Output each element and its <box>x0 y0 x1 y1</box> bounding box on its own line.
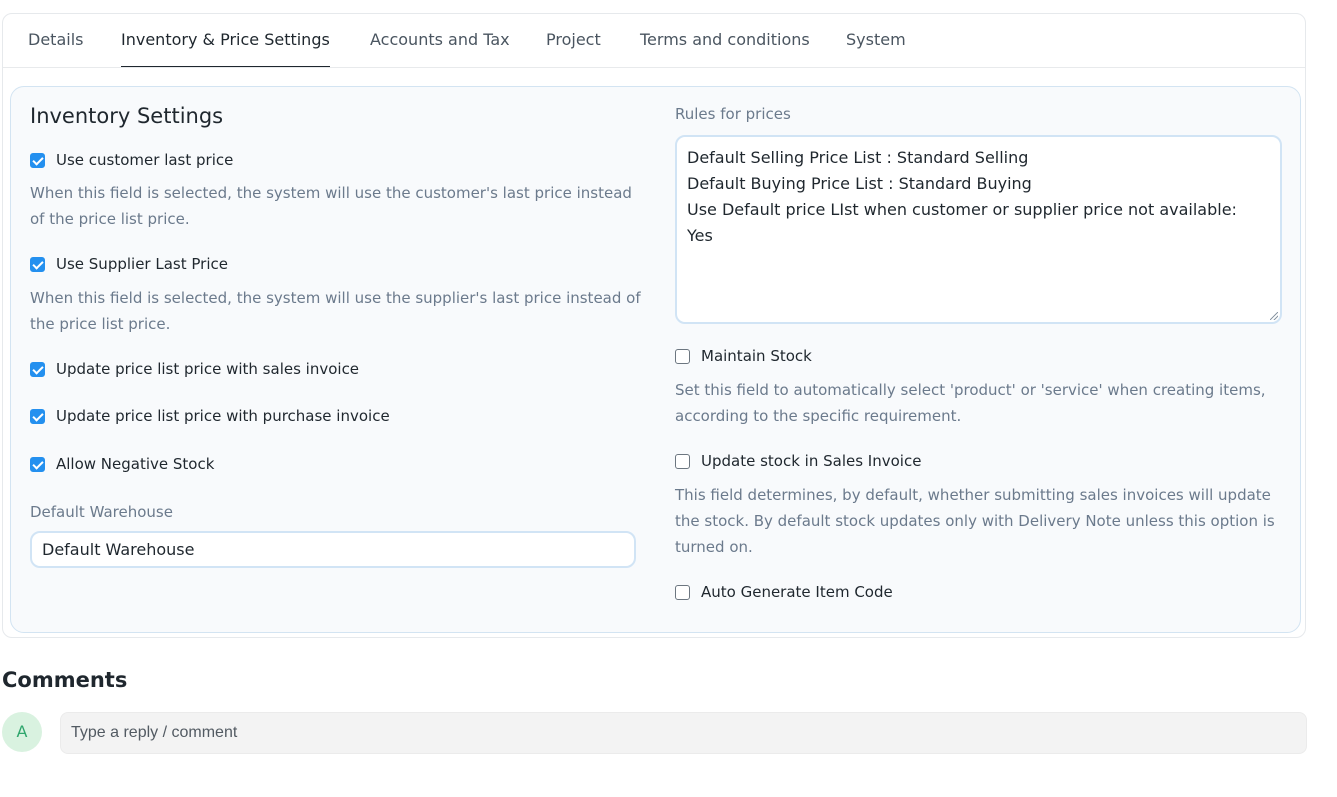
tab-system[interactable]: System <box>846 14 906 67</box>
default-warehouse-input[interactable] <box>30 531 636 568</box>
tab-accounts-and-tax[interactable]: Accounts and Tax <box>370 14 510 67</box>
checkbox-checked-icon[interactable] <box>30 256 45 272</box>
maintain-stock-description: Set this field to automatically select '… <box>675 381 1266 425</box>
allow-negative-stock-checkbox[interactable]: Allow Negative Stock <box>30 455 214 473</box>
checkbox-unchecked-icon[interactable] <box>675 453 690 469</box>
resize-handle-icon[interactable] <box>1270 312 1278 320</box>
use-customer-last-price-checkbox[interactable]: Use customer last price <box>30 151 233 169</box>
tab-inventory-price-settings[interactable]: Inventory & Price Settings <box>121 14 330 67</box>
auto-generate-item-code-checkbox[interactable]: Auto Generate Item Code <box>675 583 893 601</box>
rules-line: Use Default price LIst when customer or … <box>687 200 1237 219</box>
checkbox-label: Auto Generate Item Code <box>701 583 893 601</box>
rules-line: Default Buying Price List : Standard Buy… <box>687 174 1032 193</box>
checkbox-checked-icon[interactable] <box>30 408 45 424</box>
checkbox-label: Update stock in Sales Invoice <box>701 452 922 470</box>
maintain-stock-checkbox[interactable]: Maintain Stock <box>675 347 812 365</box>
checkbox-checked-icon[interactable] <box>30 456 45 472</box>
inventory-settings-title: Inventory Settings <box>30 104 224 128</box>
checkbox-unchecked-icon[interactable] <box>675 584 690 600</box>
checkbox-label: Allow Negative Stock <box>56 455 215 473</box>
update-stock-in-sales-invoice-checkbox[interactable]: Update stock in Sales Invoice <box>675 452 921 470</box>
update-price-with-purchase-invoice-checkbox[interactable]: Update price list price with purchase in… <box>30 407 390 425</box>
use-customer-last-price-description: When this field is selected, the system … <box>30 184 632 228</box>
use-supplier-last-price-checkbox[interactable]: Use Supplier Last Price <box>30 255 228 273</box>
rules-line: Default Selling Price List : Standard Se… <box>687 148 1029 167</box>
comment-input[interactable] <box>60 712 1307 754</box>
page: Details Inventory & Price Settings Accou… <box>0 0 1337 797</box>
use-supplier-last-price-description: When this field is selected, the system … <box>30 289 641 333</box>
settings-card: Details Inventory & Price Settings Accou… <box>2 13 1306 638</box>
checkbox-unchecked-icon[interactable] <box>675 348 690 364</box>
tab-details[interactable]: Details <box>28 14 83 67</box>
update-stock-in-sales-invoice-description: This field determines, by default, wheth… <box>675 486 1275 556</box>
default-warehouse-label: Default Warehouse <box>30 503 173 521</box>
checkbox-checked-icon[interactable] <box>30 361 45 377</box>
rules-for-prices-label: Rules for prices <box>675 105 791 123</box>
rules-line: Yes <box>687 226 713 245</box>
checkbox-label: Maintain Stock <box>701 347 812 365</box>
checkbox-checked-icon[interactable] <box>30 152 45 168</box>
comments-title: Comments <box>2 668 128 692</box>
tab-project[interactable]: Project <box>546 14 601 67</box>
tab-terms-and-conditions[interactable]: Terms and conditions <box>640 14 810 67</box>
checkbox-label: Update price list price with purchase in… <box>56 407 390 425</box>
tab-bar: Details Inventory & Price Settings Accou… <box>3 14 1305 68</box>
checkbox-label: Use customer last price <box>56 151 234 169</box>
checkbox-label: Use Supplier Last Price <box>56 255 228 273</box>
rules-for-prices-textarea[interactable]: Default Selling Price List : Standard Se… <box>675 135 1282 324</box>
update-price-with-sales-invoice-checkbox[interactable]: Update price list price with sales invoi… <box>30 360 359 378</box>
checkbox-label: Update price list price with sales invoi… <box>56 360 360 378</box>
avatar: A <box>2 712 42 752</box>
inventory-price-panel: Inventory Settings Use customer last pri… <box>10 86 1301 633</box>
